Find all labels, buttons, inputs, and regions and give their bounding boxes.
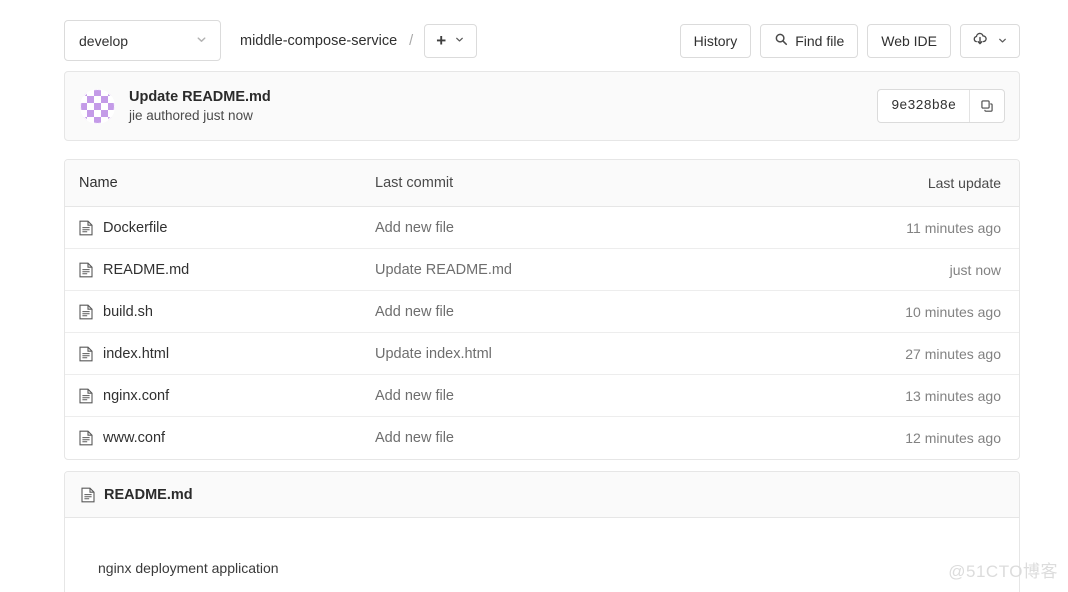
commit-info: Update README.md jie authored just now — [129, 89, 271, 123]
web-ide-button[interactable]: Web IDE — [867, 23, 951, 58]
file-list-table: Name Last commit Last update Dockerfile A… — [64, 159, 1020, 460]
file-name-cell[interactable]: www.conf — [79, 430, 375, 446]
download-button[interactable] — [960, 23, 1020, 58]
branch-selector-label: develop — [79, 32, 129, 49]
file-name-label: index.html — [103, 345, 170, 362]
file-name-cell[interactable]: README.md — [79, 262, 375, 278]
history-button-label: History — [693, 32, 738, 49]
last-commit-cell[interactable]: Add new file — [375, 304, 831, 320]
file-name-label: build.sh — [103, 303, 153, 320]
breadcrumb: middle-compose-service / + — [240, 23, 478, 58]
chevron-down-icon — [997, 33, 1008, 49]
file-icon — [79, 220, 93, 236]
file-name-label: Dockerfile — [103, 219, 168, 236]
table-row[interactable]: Dockerfile Add new file 11 minutes ago — [65, 207, 1019, 249]
table-row[interactable]: www.conf Add new file 12 minutes ago — [65, 417, 1019, 459]
file-icon — [81, 487, 95, 503]
toolbar-actions: History Find file Web IDE — [679, 23, 1020, 58]
file-name-cell[interactable]: nginx.conf — [79, 388, 375, 404]
file-name-label: www.conf — [103, 430, 166, 446]
last-commit-cell[interactable]: Add new file — [375, 388, 831, 404]
last-update-cell: 27 minutes ago — [905, 345, 1001, 362]
chevron-down-icon — [195, 33, 208, 49]
cloud-download-icon — [972, 31, 988, 50]
file-icon — [79, 346, 93, 362]
last-update-cell: just now — [949, 261, 1001, 278]
file-icon — [79, 388, 93, 404]
repository-toolbar: develop middle-compose-service / + Histo… — [64, 20, 1020, 61]
find-file-button-label: Find file — [795, 32, 845, 49]
find-file-button[interactable]: Find file — [760, 23, 859, 58]
watermark: @51CTO博客 — [948, 562, 1058, 581]
readme-body-text: nginx deployment application — [98, 560, 279, 576]
commit-sha[interactable]: 9e328b8e — [878, 90, 969, 122]
last-commit-cell[interactable]: Update index.html — [375, 346, 831, 362]
readme-title[interactable]: README.md — [104, 487, 193, 503]
file-name-label: nginx.conf — [103, 387, 170, 404]
column-header-last-update: Last update — [927, 175, 1001, 191]
last-update-cell: 12 minutes ago — [905, 430, 1001, 446]
commit-title[interactable]: Update README.md — [129, 89, 271, 105]
copy-icon[interactable] — [969, 90, 1004, 122]
breadcrumb-separator: / — [409, 32, 414, 49]
table-row[interactable]: index.html Update index.html 27 minutes ag… — [65, 333, 1019, 375]
branch-selector[interactable]: develop — [64, 20, 221, 61]
file-name-cell[interactable]: index.html — [79, 346, 375, 362]
file-icon — [79, 304, 93, 320]
breadcrumb-repo-link[interactable]: middle-compose-service — [240, 33, 397, 49]
table-header-row: Name Last commit Last update — [65, 160, 1019, 207]
latest-commit-panel: Update README.md jie authored just now 9… — [64, 71, 1020, 141]
readme-header: README.md — [65, 472, 1019, 518]
last-commit-cell[interactable]: Update README.md — [375, 262, 831, 278]
repository-file-browser: develop middle-compose-service / + Histo… — [0, 0, 1068, 592]
commit-author-line: jie authored just now — [129, 108, 253, 123]
search-icon — [774, 32, 788, 49]
file-name-label: README.md — [103, 261, 190, 278]
history-button[interactable]: History — [679, 23, 752, 58]
chevron-down-icon — [454, 34, 465, 48]
last-update-cell: 10 minutes ago — [905, 303, 1001, 320]
table-row[interactable]: README.md Update README.md just now — [65, 249, 1019, 291]
column-header-last-commit: Last commit — [375, 175, 454, 191]
file-icon — [79, 262, 93, 278]
last-update-cell: 11 minutes ago — [906, 219, 1001, 236]
last-commit-cell[interactable]: Add new file — [375, 430, 831, 446]
readme-preview-panel: README.md nginx deployment application — [64, 471, 1020, 592]
last-commit-cell[interactable]: Add new file — [375, 220, 831, 236]
table-row[interactable]: nginx.conf Add new file 13 minutes ago — [65, 375, 1019, 417]
web-ide-button-label: Web IDE — [881, 32, 937, 49]
commit-sha-group: 9e328b8e — [877, 89, 1005, 123]
file-name-cell[interactable]: build.sh — [79, 304, 375, 320]
file-icon — [79, 430, 93, 446]
last-update-cell: 13 minutes ago — [905, 387, 1001, 404]
avatar[interactable] — [80, 88, 115, 124]
file-rows-container: Dockerfile Add new file 11 minutes ago REA… — [65, 207, 1019, 459]
file-name-cell[interactable]: Dockerfile — [79, 220, 375, 236]
plus-icon: + — [436, 31, 447, 50]
add-to-repository-button[interactable]: + — [424, 23, 478, 58]
column-header-name: Name — [79, 175, 118, 191]
table-row[interactable]: build.sh Add new file 10 minutes ago — [65, 291, 1019, 333]
